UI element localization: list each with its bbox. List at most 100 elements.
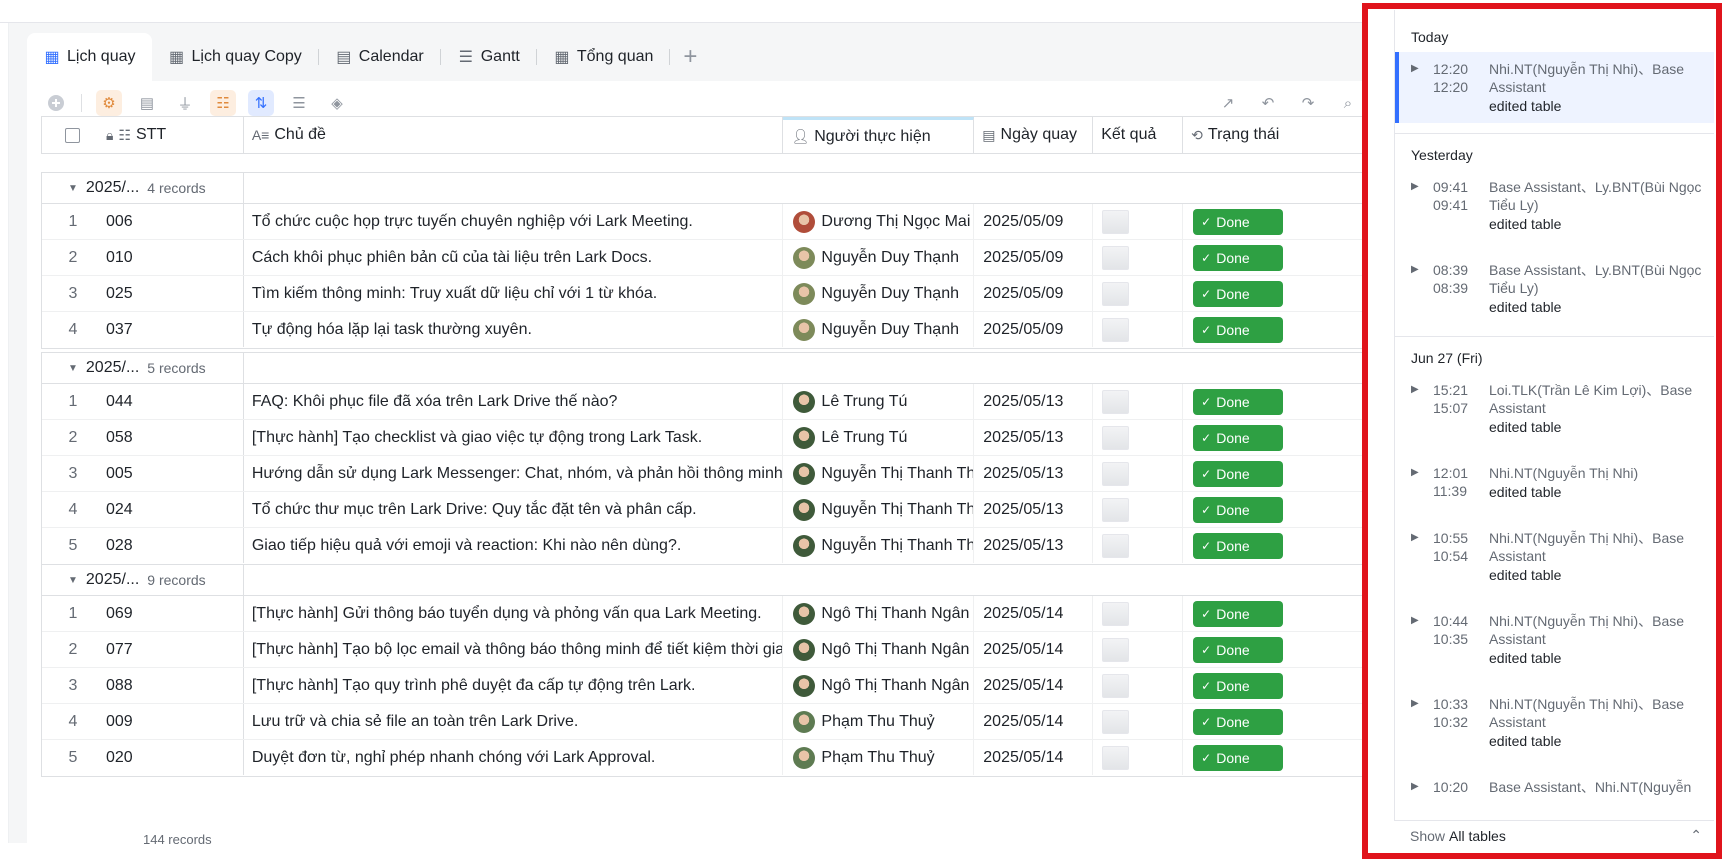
topic-cell[interactable]: FAQ: Khôi phục file đã xóa trên Lark Dri… — [244, 384, 784, 419]
undo-icon[interactable]: ↶ — [1255, 90, 1281, 116]
person-cell[interactable]: Phạm Thu Thuỷ — [783, 740, 975, 775]
share-icon[interactable]: ↗ — [1215, 90, 1241, 116]
redo-icon[interactable]: ↷ — [1295, 90, 1321, 116]
history-footer[interactable]: Show All tables ⌃ — [1394, 820, 1714, 850]
status-cell[interactable]: ✓ Done — [1183, 492, 1371, 527]
person-cell[interactable]: Nguyễn Duy Thạnh — [783, 240, 975, 275]
caret-down-icon[interactable]: ▼ — [68, 575, 78, 586]
topic-cell[interactable]: Lưu trữ và chia sẻ file an toàn trên Lar… — [244, 704, 784, 739]
table-row[interactable]: 4 024 Tổ chức thư mục trên Lark Drive: Quy… — [42, 492, 1371, 528]
topic-cell[interactable]: Tổ chức thư mục trên Lark Drive: Quy tắc… — [244, 492, 784, 527]
history-entry[interactable]: ▶ 08:39 08:39 Base Assistant、Ly.BNT(Bùi Ngọ… — [1395, 253, 1714, 324]
attachment-thumbnail[interactable] — [1102, 709, 1130, 734]
caret-right-icon[interactable]: ▶ — [1411, 695, 1433, 750]
caret-down-icon[interactable]: ▼ — [68, 183, 78, 194]
result-cell[interactable] — [1093, 492, 1184, 527]
person-cell[interactable]: Dương Thị Ngọc Mai — [783, 204, 975, 239]
stt-cell[interactable]: 044 — [104, 384, 244, 419]
result-cell[interactable] — [1093, 312, 1184, 347]
stt-cell[interactable]: 009 — [104, 704, 244, 739]
topic-cell[interactable]: Hướng dẫn sử dụng Lark Messenger: Chat, … — [244, 456, 784, 491]
status-cell[interactable]: ✓ Done — [1183, 420, 1371, 455]
stt-cell[interactable]: 028 — [104, 528, 244, 563]
caret-right-icon[interactable]: ▶ — [1411, 261, 1433, 316]
date-cell[interactable]: 2025/05/09 — [974, 276, 1094, 311]
column-person[interactable]: 👤︎ Người thực hiện — [783, 117, 975, 153]
caret-right-icon[interactable]: ▶ — [1411, 178, 1433, 233]
history-entry[interactable]: ▶ 10:44 10:35 Nhi.NT(Nguyễn Thị Nhi)、Base A… — [1395, 604, 1714, 675]
date-cell[interactable]: 2025/05/14 — [974, 740, 1094, 775]
stt-cell[interactable]: 020 — [104, 740, 244, 775]
date-cell[interactable]: 2025/05/09 — [974, 240, 1094, 275]
table-row[interactable]: 5 020 Duyệt đơn từ, nghỉ phép nhanh chóng … — [42, 740, 1371, 776]
status-cell[interactable]: ✓ Done — [1183, 276, 1371, 311]
history-entry[interactable]: ▶ 10:33 10:32 Nhi.NT(Nguyễn Thị Nhi)、Base A… — [1395, 687, 1714, 758]
stt-cell[interactable]: 077 — [104, 632, 244, 667]
status-cell[interactable]: ✓ Done — [1183, 668, 1371, 703]
tab-gantt[interactable]: ☰ Gantt — [441, 33, 536, 81]
column-status[interactable]: ⟲ Trạng thái — [1183, 117, 1371, 153]
attachment-thumbnail[interactable] — [1102, 601, 1130, 626]
date-cell[interactable]: 2025/05/14 — [974, 596, 1094, 631]
stt-cell[interactable]: 024 — [104, 492, 244, 527]
result-cell[interactable] — [1093, 456, 1184, 491]
result-cell[interactable] — [1093, 668, 1184, 703]
date-cell[interactable]: 2025/05/13 — [974, 420, 1094, 455]
person-cell[interactable]: Ngô Thị Thanh Ngân — [783, 596, 975, 631]
history-entry[interactable]: ▶ 09:41 09:41 Base Assistant、Ly.BNT(Bùi Ngọ… — [1395, 170, 1714, 241]
table-row[interactable]: 2 010 Cách khôi phục phiên bản cũ của tài … — [42, 240, 1371, 276]
stt-cell[interactable]: 058 — [104, 420, 244, 455]
table-row[interactable]: 5 028 Giao tiếp hiệu quả với emoji và reac… — [42, 528, 1371, 564]
person-cell[interactable]: Ngô Thị Thanh Ngân — [783, 668, 975, 703]
date-cell[interactable]: 2025/05/13 — [974, 456, 1094, 491]
result-cell[interactable] — [1093, 240, 1184, 275]
person-cell[interactable]: Nguyễn Thị Thanh Thư — [783, 492, 975, 527]
caret-right-icon[interactable]: ▶ — [1411, 529, 1433, 584]
status-cell[interactable]: ✓ Done — [1183, 456, 1371, 491]
topic-cell[interactable]: [Thực hành] Tạo quy trình phê duyệt đa c… — [244, 668, 784, 703]
filter-icon[interactable]: ⏚ — [172, 90, 198, 116]
column-topic[interactable]: A≡ Chủ đề — [244, 117, 784, 153]
row-height-icon[interactable]: ☰ — [286, 90, 312, 116]
fill-color-icon[interactable]: ◈ — [324, 90, 350, 116]
stt-cell[interactable]: 088 — [104, 668, 244, 703]
result-cell[interactable] — [1093, 740, 1184, 775]
stt-cell[interactable]: 005 — [104, 456, 244, 491]
attachment-thumbnail[interactable] — [1102, 209, 1130, 234]
history-entry[interactable]: ▶ 10:20 Base Assistant、Nhi.NT(Nguyễn — [1395, 770, 1714, 805]
status-cell[interactable]: ✓ Done — [1183, 204, 1371, 239]
column-stt[interactable]: 🔒︎ ☷ STT — [104, 117, 244, 153]
topic-cell[interactable]: [Thực hành] Gửi thông báo tuyển dụng và … — [244, 596, 784, 631]
caret-right-icon[interactable]: ▶ — [1411, 778, 1433, 797]
tab-calendar[interactable]: ▤ Calendar — [319, 33, 440, 81]
result-cell[interactable] — [1093, 384, 1184, 419]
caret-right-icon[interactable]: ▶ — [1411, 381, 1433, 436]
status-cell[interactable]: ✓ Done — [1183, 528, 1371, 563]
tab-tong-quan[interactable]: ▦ Tổng quan — [537, 33, 670, 81]
topic-cell[interactable]: Tổ chức cuộc họp trực tuyến chuyên nghiệ… — [244, 204, 784, 239]
column-date[interactable]: ▤ Ngày quay — [974, 117, 1094, 153]
status-cell[interactable]: ✓ Done — [1183, 632, 1371, 667]
history-entry[interactable]: ▶ 12:01 11:39 Nhi.NT(Nguyễn Thị Nhi) edited … — [1395, 456, 1714, 509]
person-cell[interactable]: Nguyễn Thị Thanh Thư — [783, 528, 975, 563]
caret-right-icon[interactable]: ▶ — [1411, 464, 1433, 501]
table-row[interactable]: 2 058 [Thực hành] Tạo checklist và giao vi… — [42, 420, 1371, 456]
result-cell[interactable] — [1093, 276, 1184, 311]
stt-cell[interactable]: 025 — [104, 276, 244, 311]
field-config-icon[interactable]: ▤ — [134, 90, 160, 116]
group-header[interactable]: ▼ 2025/... 4 records — [42, 172, 1371, 204]
status-cell[interactable]: ✓ Done — [1183, 384, 1371, 419]
person-cell[interactable]: Nguyễn Thị Thanh Thư — [783, 456, 975, 491]
date-cell[interactable]: 2025/05/13 — [974, 492, 1094, 527]
result-cell[interactable] — [1093, 596, 1184, 631]
date-cell[interactable]: 2025/05/14 — [974, 632, 1094, 667]
stt-cell[interactable]: 037 — [104, 312, 244, 347]
add-view-button[interactable]: + — [670, 33, 710, 81]
date-cell[interactable]: 2025/05/09 — [974, 204, 1094, 239]
attachment-thumbnail[interactable] — [1102, 317, 1130, 342]
result-cell[interactable] — [1093, 704, 1184, 739]
select-all-checkbox[interactable] — [42, 117, 104, 153]
stt-cell[interactable]: 069 — [104, 596, 244, 631]
result-cell[interactable] — [1093, 420, 1184, 455]
scope-select[interactable]: All tables — [1449, 828, 1506, 844]
